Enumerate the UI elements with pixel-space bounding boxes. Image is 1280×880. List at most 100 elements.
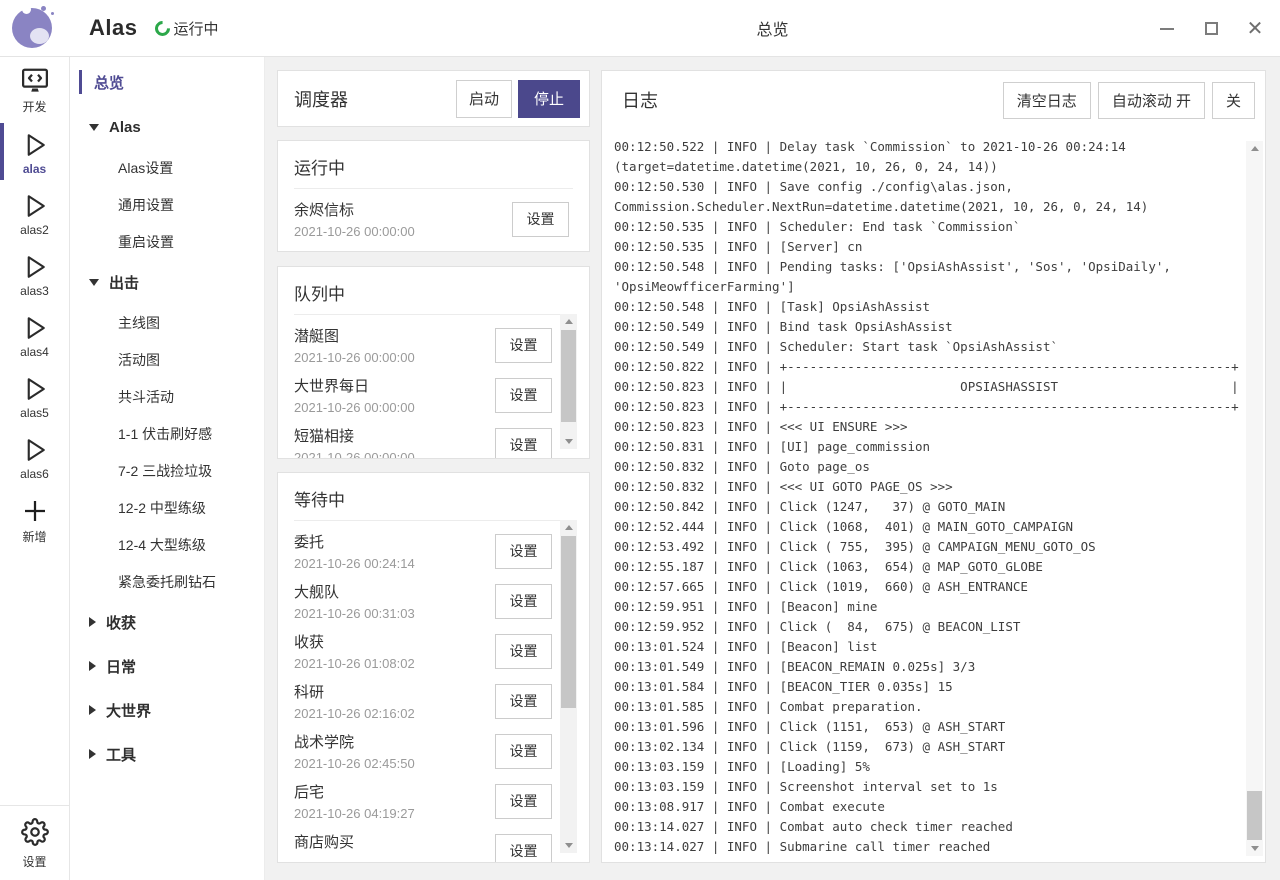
- task-row: 短猫相接2021-10-26 00:00:00 设置: [294, 420, 552, 459]
- menu-item-12-4 大型练级[interactable]: 12-4 大型练级: [70, 526, 264, 563]
- task-name: 潜艇图: [294, 325, 415, 346]
- task-row: 后宅2021-10-26 04:19:27设置: [294, 776, 552, 826]
- task-settings-button[interactable]: 设置: [495, 734, 552, 769]
- task-settings-button[interactable]: 设置: [495, 684, 552, 719]
- caret-right-icon: [89, 661, 96, 671]
- task-settings-button[interactable]: 设置: [495, 634, 552, 669]
- rail-item-settings[interactable]: 设置: [0, 805, 69, 880]
- close-button[interactable]: ✕: [1246, 20, 1264, 38]
- log-header: 日志 清空日志 自动滚动 开 关: [602, 71, 1265, 129]
- menu-item-12-2 中型练级[interactable]: 12-2 中型练级: [70, 489, 264, 526]
- task-info: 短猫相接2021-10-26 00:00:00: [294, 425, 415, 459]
- log-scrollbar-thumb[interactable]: [1247, 791, 1262, 840]
- menu-item-主线图[interactable]: 主线图: [70, 304, 264, 341]
- task-settings-button[interactable]: 设置: [495, 834, 552, 864]
- caret-right-icon: [89, 617, 96, 627]
- rail-item-alas5[interactable]: alas5: [0, 365, 69, 426]
- minimize-button[interactable]: [1158, 20, 1176, 38]
- scroll-up-icon[interactable]: [1246, 141, 1263, 156]
- scroll-up-icon[interactable]: [560, 314, 577, 329]
- menu-group-Alas[interactable]: Alas: [70, 105, 264, 149]
- task-info: 科研2021-10-26 02:16:02: [294, 681, 415, 721]
- menu-item-活动图[interactable]: 活动图: [70, 341, 264, 378]
- log-panel: 日志 清空日志 自动滚动 开 关 00:12:50.522 | INFO | D…: [601, 70, 1266, 863]
- pending-scrollbar-thumb[interactable]: [561, 330, 576, 422]
- task-info: 大舰队2021-10-26 00:31:03: [294, 581, 415, 621]
- menu-group-出击[interactable]: 出击: [70, 260, 264, 304]
- task-settings-button[interactable]: 设置: [495, 584, 552, 619]
- rail-item-label: 开发: [22, 98, 46, 115]
- task-settings-button[interactable]: 设置: [495, 328, 552, 363]
- menu-group-日常[interactable]: 日常: [70, 644, 264, 688]
- menu-item-紧急委托刷钻石[interactable]: 紧急委托刷钻石: [70, 563, 264, 600]
- selected-indicator: [79, 70, 82, 94]
- minimize-icon: [1160, 28, 1174, 30]
- task-info: 大世界每日2021-10-26 00:00:00: [294, 375, 415, 415]
- pending-card-title: 队列中: [294, 267, 573, 315]
- instance-rail: 开发 alasalas2alas3alas4alas5 alas6 新增 设置: [0, 57, 70, 880]
- play-icon: [20, 374, 50, 404]
- rail-item-alas2[interactable]: alas2: [0, 182, 69, 243]
- status-label: 运行中: [173, 18, 218, 39]
- menu-group-label: 日常: [106, 656, 136, 677]
- menu-group-label: 收获: [106, 612, 136, 633]
- log-output[interactable]: 00:12:50.522 | INFO | Delay task `Commis…: [614, 137, 1241, 856]
- scroll-down-icon[interactable]: [1246, 841, 1263, 856]
- menu-item-1-1 伏击刷好感[interactable]: 1-1 伏击刷好感: [70, 415, 264, 452]
- menu-group-工具[interactable]: 工具: [70, 732, 264, 776]
- task-settings-button[interactable]: 设置: [495, 784, 552, 819]
- task-settings-button[interactable]: 设置: [495, 378, 552, 413]
- task-name: 大世界每日: [294, 375, 415, 396]
- play-icon: [20, 252, 50, 282]
- menu-group-label: 工具: [106, 744, 136, 765]
- menu-item-共斗活动[interactable]: 共斗活动: [70, 378, 264, 415]
- rail-item-add[interactable]: 新增: [0, 487, 69, 551]
- menu-item-通用设置[interactable]: 通用设置: [70, 186, 264, 223]
- alas-app-window: Alas 运行中 总览 ✕ 开发 alasalas2alas3alas4alas5…: [0, 0, 1280, 880]
- scroll-down-icon[interactable]: [560, 434, 577, 449]
- task-row: 科研2021-10-26 02:16:02 设置: [294, 676, 552, 726]
- menu-group-大世界[interactable]: 大世界: [70, 688, 264, 732]
- caret-down-icon: [89, 124, 99, 131]
- rail-item-alas4[interactable]: alas4: [0, 304, 69, 365]
- maximize-button[interactable]: [1202, 20, 1220, 38]
- waiting-card-title: 等待中: [294, 473, 573, 521]
- scheduler-panel: 调度器 启动 停止: [277, 70, 590, 127]
- caret-right-icon: [89, 705, 96, 715]
- app-title: Alas: [89, 15, 137, 41]
- rail-item-label: alas6: [20, 467, 49, 481]
- task-info: 余烬信标2021-10-26 00:00:00: [294, 199, 415, 239]
- task-next-run-time: 2021-10-26 00:00:00: [294, 350, 415, 365]
- waiting-scrollbar: [560, 520, 577, 853]
- rail-item-alas[interactable]: alas: [0, 121, 69, 182]
- rail-item-dev[interactable]: 开发: [0, 57, 69, 121]
- autoscroll-on-button[interactable]: 自动滚动 开: [1098, 82, 1205, 119]
- scroll-up-icon[interactable]: [560, 520, 577, 535]
- task-next-run-time: 2021-10-26 02:16:02: [294, 706, 415, 721]
- clear-log-button[interactable]: 清空日志: [1003, 82, 1091, 119]
- rail-item-alas6[interactable]: alas6: [0, 426, 69, 487]
- main-content: 调度器 启动 停止 运行中 余烬信标2021-10-26 00:00:00设置 …: [265, 57, 1280, 880]
- play-icon: [20, 191, 50, 221]
- rail-item-label: 新增: [22, 528, 46, 545]
- task-settings-button[interactable]: 设置: [495, 534, 552, 569]
- scheduler-stop-button[interactable]: 停止: [518, 80, 580, 118]
- scheduler-start-button[interactable]: 启动: [456, 80, 512, 118]
- maximize-icon: [1205, 22, 1218, 35]
- menu-item-overview[interactable]: 总览: [70, 67, 264, 97]
- task-settings-button[interactable]: 设置: [495, 428, 552, 460]
- menu-group-label: 大世界: [106, 700, 151, 721]
- pending-card: 队列中 潜艇图2021-10-26 00:00:00设置大世界每日2021-10…: [277, 266, 590, 459]
- rail-item-alas3[interactable]: alas3: [0, 243, 69, 304]
- running-spinner-icon: [152, 17, 173, 38]
- menu-item-重启设置[interactable]: 重启设置: [70, 223, 264, 260]
- task-row: 委托2021-10-26 00:24:14设置: [294, 526, 552, 576]
- waiting-scrollbar-thumb[interactable]: [561, 536, 576, 708]
- autoscroll-off-button[interactable]: 关: [1212, 82, 1255, 119]
- page-title: 总览: [265, 16, 1280, 40]
- menu-group-收获[interactable]: 收获: [70, 600, 264, 644]
- task-settings-button[interactable]: 设置: [512, 202, 569, 237]
- menu-item-7-2 三战捡垃圾[interactable]: 7-2 三战捡垃圾: [70, 452, 264, 489]
- menu-item-Alas设置[interactable]: Alas设置: [70, 149, 264, 186]
- scroll-down-icon[interactable]: [560, 838, 577, 853]
